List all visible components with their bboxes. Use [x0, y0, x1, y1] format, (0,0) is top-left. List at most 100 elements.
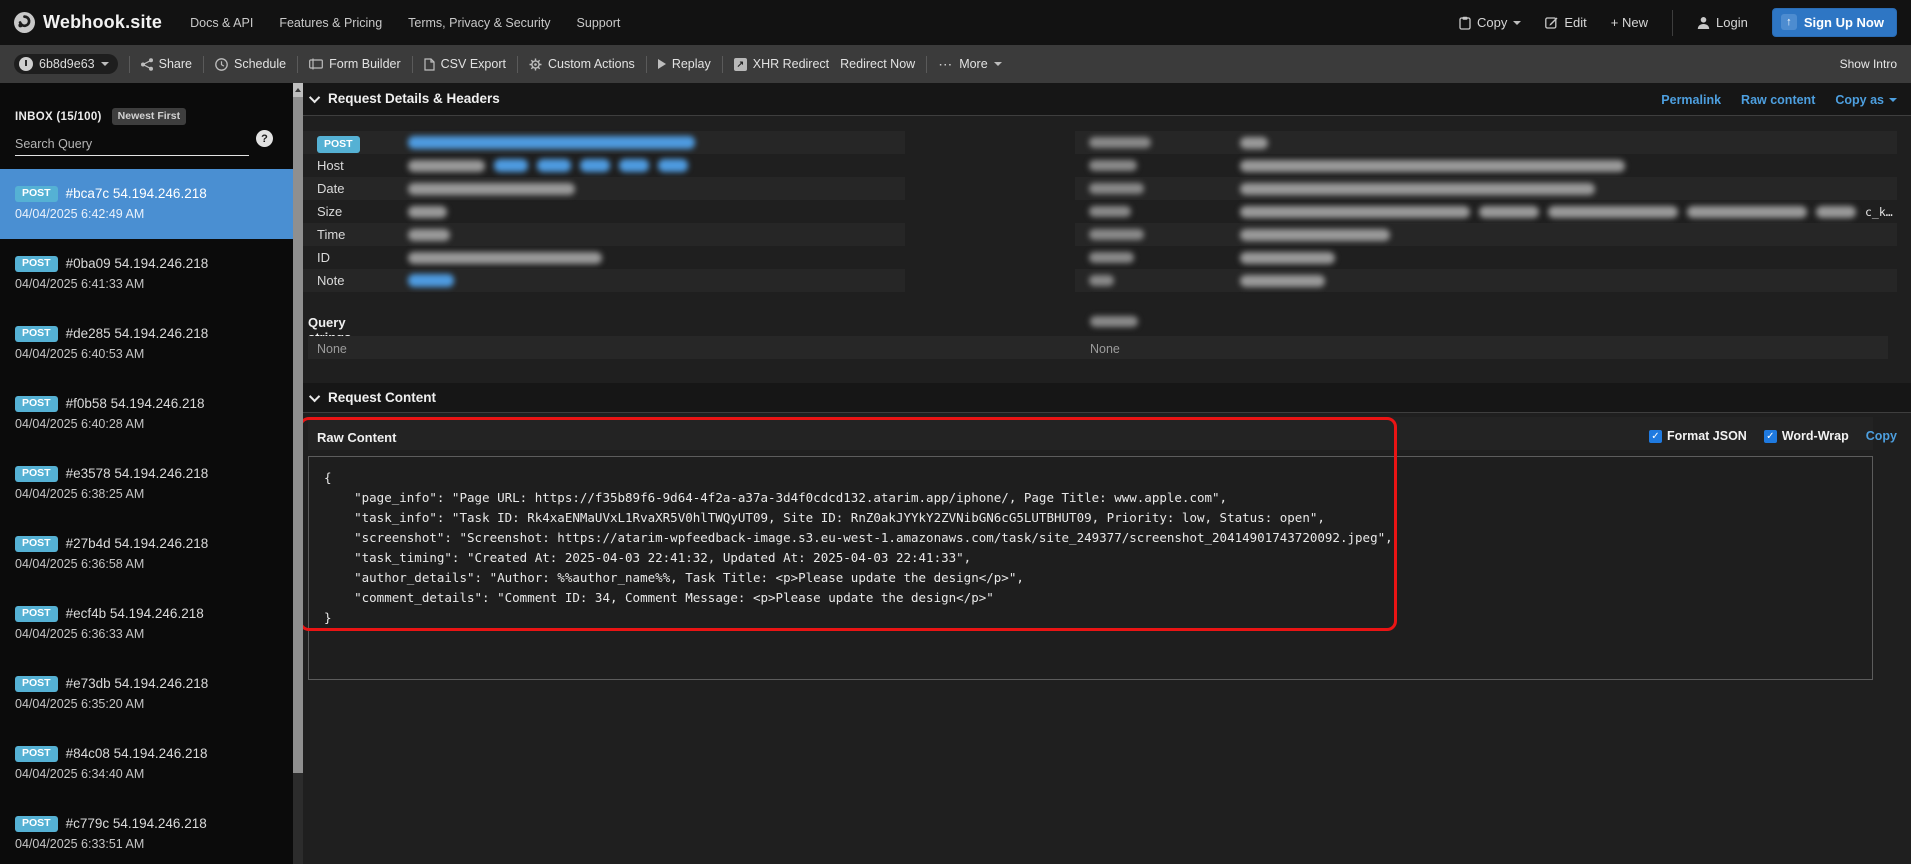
- more-button[interactable]: ⋯ More: [938, 57, 1001, 71]
- method-badge: POST: [15, 396, 58, 412]
- method-badge: POST: [15, 536, 58, 552]
- redacted-link: [537, 159, 571, 172]
- table-row: Date: [303, 177, 905, 200]
- copy-menu-button[interactable]: Copy: [1459, 15, 1521, 30]
- xhr-redirect-icon: ↗: [734, 58, 747, 71]
- divider: [203, 56, 204, 73]
- scroll-up-button[interactable]: [293, 83, 303, 97]
- redacted-link: [580, 159, 610, 172]
- show-intro-link[interactable]: Show Intro: [1840, 57, 1897, 71]
- copy-as-dropdown[interactable]: Copy as: [1835, 93, 1897, 107]
- redacted-heading: [1090, 316, 1138, 327]
- divider: [1672, 10, 1673, 36]
- brand-name: Webhook.site: [43, 12, 162, 33]
- request-list-item[interactable]: POST #de285 54.194.246.218 04/04/2025 6:…: [0, 309, 293, 379]
- help-icon[interactable]: ?: [256, 130, 273, 147]
- request-timestamp: 04/04/2025 6:34:40 AM: [15, 767, 279, 781]
- request-list-item[interactable]: POST #bca7c 54.194.246.218 04/04/2025 6:…: [0, 169, 293, 239]
- action-toolbar: 6b8d9e63 Share Schedule Form Builder CSV…: [0, 45, 1911, 83]
- redacted-url: [408, 136, 695, 149]
- request-list-item[interactable]: POST #27b4d 54.194.246.218 04/04/2025 6:…: [0, 519, 293, 589]
- table-row: ID: [303, 246, 905, 269]
- request-timestamp: 04/04/2025 6:36:33 AM: [15, 627, 279, 641]
- request-list-item[interactable]: POST #0ba09 54.194.246.218 04/04/2025 6:…: [0, 239, 293, 309]
- word-wrap-checkbox[interactable]: ✓ Word-Wrap: [1764, 429, 1849, 443]
- divider: [129, 56, 130, 73]
- request-id: #e3578 54.194.246.218: [66, 466, 209, 481]
- method-badge: POST: [15, 326, 58, 342]
- token-dropdown[interactable]: 6b8d9e63: [14, 54, 118, 74]
- request-list-item[interactable]: POST #ecf4b 54.194.246.218 04/04/2025 6:…: [0, 589, 293, 659]
- redacted-link: [408, 274, 454, 287]
- ellipsis-icon: ⋯: [938, 59, 953, 69]
- request-timestamp: 04/04/2025 6:42:49 AM: [15, 207, 279, 221]
- request-list-item[interactable]: POST #84c08 54.194.246.218 04/04/2025 6:…: [0, 729, 293, 799]
- share-button[interactable]: Share: [141, 57, 192, 71]
- request-details-table: POST Host Date Size: [303, 131, 905, 292]
- nav-link-terms[interactable]: Terms, Privacy & Security: [408, 16, 550, 30]
- checkbox-checked-icon: ✓: [1649, 430, 1662, 443]
- method-badge: POST: [15, 746, 58, 762]
- redirect-now-button[interactable]: Redirect Now: [840, 57, 915, 71]
- caret-down-icon: [1889, 98, 1897, 102]
- method-badge: POST: [317, 136, 360, 153]
- form-values-heading: [1090, 315, 1170, 338]
- schedule-button[interactable]: Schedule: [215, 57, 286, 71]
- divider: [646, 56, 647, 73]
- new-button[interactable]: + New: [1611, 15, 1648, 30]
- sign-up-button[interactable]: ↑ Sign Up Now: [1772, 8, 1897, 37]
- divider: [297, 56, 298, 73]
- request-timestamp: 04/04/2025 6:38:25 AM: [15, 487, 279, 501]
- request-list-item[interactable]: POST #e3578 54.194.246.218 04/04/2025 6:…: [0, 449, 293, 519]
- request-list-item[interactable]: POST #f0b58 54.194.246.218 04/04/2025 6:…: [0, 379, 293, 449]
- nav-links: Docs & API Features & Pricing Terms, Pri…: [190, 16, 620, 30]
- redacted-link: [658, 159, 688, 172]
- redacted-value: [1240, 275, 1325, 287]
- redacted-value: [1479, 206, 1539, 218]
- permalink-link[interactable]: Permalink: [1661, 93, 1721, 107]
- table-row: Note: [303, 269, 905, 292]
- redacted-value: [1240, 137, 1268, 149]
- scrollbar-thumb[interactable]: [293, 97, 303, 773]
- table-row: [1075, 269, 1897, 292]
- edit-button[interactable]: Edit: [1545, 15, 1586, 30]
- method-badge: POST: [15, 606, 58, 622]
- redacted-value: [408, 252, 602, 264]
- xhr-redirect-button[interactable]: ↗ XHR Redirect: [734, 57, 829, 71]
- request-id: #bca7c 54.194.246.218: [66, 186, 207, 201]
- scrollbar-track[interactable]: [293, 83, 303, 864]
- table-row: Size: [303, 200, 905, 223]
- sort-order-badge[interactable]: Newest First: [112, 108, 186, 125]
- request-details-section-toggle[interactable]: Request Details & Headers: [312, 91, 500, 106]
- form-builder-button[interactable]: Form Builder: [309, 57, 401, 71]
- format-json-checkbox[interactable]: ✓ Format JSON: [1649, 429, 1747, 443]
- redacted-value: [408, 229, 450, 241]
- redacted-value: [408, 160, 485, 172]
- request-timestamp: 04/04/2025 6:36:58 AM: [15, 557, 279, 571]
- caret-down-icon: [994, 62, 1002, 66]
- nav-link-docs[interactable]: Docs & API: [190, 16, 253, 30]
- request-content-band: [303, 383, 1911, 413]
- redacted-value: [1816, 206, 1856, 218]
- copy-content-link[interactable]: Copy: [1866, 429, 1897, 443]
- replay-button[interactable]: Replay: [658, 57, 711, 71]
- brand[interactable]: Webhook.site: [14, 12, 162, 33]
- search-input[interactable]: [15, 135, 249, 156]
- raw-content-link[interactable]: Raw content: [1741, 93, 1815, 107]
- request-timestamp: 04/04/2025 6:33:51 AM: [15, 837, 279, 851]
- custom-actions-button[interactable]: Custom Actions: [529, 57, 635, 71]
- nav-link-support[interactable]: Support: [577, 16, 621, 30]
- method-badge: POST: [15, 676, 58, 692]
- request-list-item[interactable]: POST #c779c 54.194.246.218 04/04/2025 6:…: [0, 799, 293, 864]
- caret-down-icon: [101, 62, 109, 66]
- request-list-item[interactable]: POST #e73db 54.194.246.218 04/04/2025 6:…: [0, 659, 293, 729]
- nav-link-pricing[interactable]: Features & Pricing: [279, 16, 382, 30]
- raw-content-box[interactable]: { "page_info": "Page URL: https://f35b89…: [308, 456, 1873, 680]
- method-badge: POST: [15, 466, 58, 482]
- csv-export-button[interactable]: CSV Export: [424, 57, 506, 71]
- request-content-section-toggle[interactable]: Request Content: [312, 390, 436, 405]
- login-button[interactable]: Login: [1697, 15, 1748, 30]
- table-row: [1075, 223, 1897, 246]
- table-row: [1075, 154, 1897, 177]
- table-row: Time: [303, 223, 905, 246]
